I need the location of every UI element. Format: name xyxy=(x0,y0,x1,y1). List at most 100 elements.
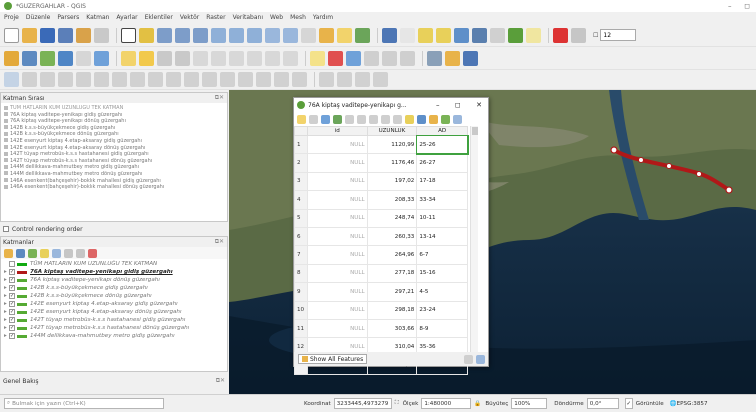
route-end-marker[interactable] xyxy=(725,186,733,194)
expand-all-icon[interactable] xyxy=(64,248,73,258)
cell-id[interactable]: NULL xyxy=(306,153,368,173)
print-layout-icon[interactable] xyxy=(76,27,91,43)
list-item[interactable]: 144M dellikkava-mahmutbey metro gidiş gü… xyxy=(4,164,224,171)
merge-features-icon[interactable] xyxy=(184,72,199,87)
lock-scale-icon[interactable]: 🔒 xyxy=(474,401,481,407)
simplify-icon[interactable] xyxy=(238,72,253,87)
zoom-level-input[interactable] xyxy=(600,29,637,41)
add-feature-icon[interactable] xyxy=(345,114,354,124)
layer-item[interactable]: ▸ ✓ 76A kiptaş vaditepe-yenikapı dönüş güz… xyxy=(4,276,224,284)
row-number[interactable]: 9 xyxy=(294,282,308,302)
table-view-icon[interactable] xyxy=(476,354,485,364)
polygon-icon[interactable] xyxy=(373,72,388,87)
pin-label-icon[interactable] xyxy=(328,50,343,66)
list-item[interactable]: 142B k.s.s-büyükçekmece dönüş güzergahı xyxy=(4,131,224,138)
cut-features-icon[interactable] xyxy=(211,50,226,66)
control-rendering-order[interactable]: Control rendering order xyxy=(0,224,228,234)
cell-id[interactable]: NULL xyxy=(306,134,368,155)
cell-ad[interactable]: 33-34 xyxy=(416,190,468,210)
trim-extend-icon[interactable] xyxy=(256,72,271,87)
menu-web[interactable]: Web xyxy=(270,14,283,21)
cell-ad[interactable]: 23-24 xyxy=(416,300,468,320)
route-stop-marker[interactable] xyxy=(638,157,644,163)
layer-checkbox[interactable]: ✓ xyxy=(9,285,15,291)
plugin-icon[interactable] xyxy=(445,50,460,66)
pan-to-selected-icon[interactable] xyxy=(441,114,450,124)
fill-ring-icon[interactable] xyxy=(58,72,73,87)
row-number[interactable]: 5 xyxy=(294,208,308,228)
table-row[interactable]: 9 NULL 297,21 4-5 xyxy=(294,282,468,302)
list-item[interactable]: 142B k.s.s-büyükçekmece gidiş güzergahı xyxy=(4,125,224,132)
new-layer-icon[interactable] xyxy=(22,50,37,66)
cell-id[interactable]: NULL xyxy=(306,263,368,284)
menu-mesh[interactable]: Mesh xyxy=(290,14,306,21)
annotation-icon[interactable] xyxy=(526,27,541,43)
digitize-icon[interactable] xyxy=(157,50,172,66)
statistics-icon[interactable] xyxy=(490,27,505,43)
save-edits-icon[interactable] xyxy=(321,114,330,124)
menu-proje[interactable]: Proje xyxy=(4,14,19,21)
snapping-icon[interactable] xyxy=(4,72,19,87)
zoom-to-layer-icon[interactable] xyxy=(229,27,244,43)
zoom-to-selected-icon[interactable] xyxy=(453,114,462,124)
cell-uzunluk[interactable]: 264,96 xyxy=(366,245,418,265)
multi-edit-icon[interactable] xyxy=(309,114,318,124)
processing-toolbox-icon[interactable] xyxy=(427,50,442,66)
zoom-to-selection-icon[interactable] xyxy=(211,27,226,43)
offset-curve-icon[interactable] xyxy=(130,72,145,87)
cell-ad[interactable]: 10-11 xyxy=(416,208,468,228)
save-edits-icon[interactable] xyxy=(139,50,154,66)
row-number[interactable]: 2 xyxy=(294,153,308,173)
collapse-all-icon[interactable] xyxy=(76,248,85,258)
row-number[interactable]: 8 xyxy=(294,263,308,284)
actions-icon[interactable] xyxy=(400,27,415,43)
cell-uzunluk[interactable]: 298,18 xyxy=(366,300,418,320)
menu-parsers[interactable]: Parsers xyxy=(57,14,79,21)
table-row[interactable]: 10 NULL 298,18 23-24 xyxy=(294,300,468,320)
list-item[interactable]: 142E esenyurt kiptaş 4.etap-aksaray gidi… xyxy=(4,138,224,145)
crs-label[interactable]: EPSG:3857 xyxy=(677,401,708,407)
list-item[interactable]: 76A kiptaş vaditepe-yenikapı dönüş güzer… xyxy=(4,118,224,125)
cell-ad[interactable]: 13-14 xyxy=(416,226,468,247)
circle-icon[interactable] xyxy=(337,72,352,87)
vertex-tool-icon[interactable] xyxy=(175,50,190,66)
add-group-icon[interactable] xyxy=(16,248,25,258)
restore-button[interactable]: ◻ xyxy=(744,2,750,10)
cell-uzunluk[interactable]: 208,33 xyxy=(366,190,418,210)
move-feature-icon[interactable] xyxy=(274,72,289,87)
table-row[interactable]: 11 NULL 303,66 8-9 xyxy=(294,318,468,339)
table-row[interactable]: 2 NULL 1176,46 26-27 xyxy=(294,153,468,173)
layer-checkbox[interactable]: ✓ xyxy=(9,277,15,283)
cell-uzunluk[interactable]: 297,21 xyxy=(366,282,418,302)
add-vector-icon[interactable] xyxy=(40,50,55,66)
minimize-button[interactable]: – xyxy=(436,101,440,109)
table-row[interactable]: 6 NULL 260,33 13-14 xyxy=(294,226,468,247)
pan-to-selection-icon[interactable] xyxy=(139,27,154,43)
table-row[interactable]: 5 NULL 248,74 10-11 xyxy=(294,208,468,228)
identify-icon[interactable] xyxy=(382,27,397,43)
cell-id[interactable]: NULL xyxy=(306,171,368,192)
layer-item[interactable]: ▸ ✓ 142B k.s.s-büyükçekmece dönüş güzergah… xyxy=(4,292,224,300)
layer-checkbox[interactable]: ✓ xyxy=(9,301,15,307)
layer-item[interactable]: ▸ ✓ 144M dellikkava-mahmutbey metro gidiş … xyxy=(4,332,224,340)
list-item[interactable]: 146A esenkent(bahçeşehir)-boklık mahalle… xyxy=(4,178,224,185)
column-header[interactable]: AD xyxy=(416,126,468,136)
layer-item[interactable]: ▸ ✓ 142E esenyurt kiptaş 4.etap-aksaray gi… xyxy=(4,300,224,308)
table-row[interactable]: 1 NULL 1120,99 25-26 xyxy=(294,134,469,155)
change-label-icon[interactable] xyxy=(400,50,415,66)
add-part-icon[interactable] xyxy=(40,72,55,87)
panel-float-close-icon[interactable]: ⧉✕ xyxy=(216,377,228,385)
layer-item[interactable]: ▸ ✓ 142B k.s.s-büyükçekmece gidiş güzergah… xyxy=(4,284,224,292)
redo-icon[interactable] xyxy=(283,50,298,66)
layer-item[interactable]: ▸ ✓ 142T tüyap metrobüs-k.s.s hastahanesi … xyxy=(4,316,224,324)
cell-ad[interactable]: 17-18 xyxy=(416,171,468,192)
row-number[interactable]: 3 xyxy=(294,171,308,192)
column-header[interactable]: id xyxy=(306,126,368,136)
select-expression-icon[interactable] xyxy=(405,114,414,124)
row-number[interactable]: 1 xyxy=(294,134,308,155)
reshape-icon[interactable] xyxy=(112,72,127,87)
copy-icon[interactable] xyxy=(381,114,390,124)
rotate-features-icon[interactable] xyxy=(220,72,235,87)
layer-item[interactable]: ▸ ✓ 76A kiptaş vaditepe-yenikapı gidiş güz… xyxy=(4,268,224,276)
control-rendering-checkbox[interactable] xyxy=(3,226,9,232)
